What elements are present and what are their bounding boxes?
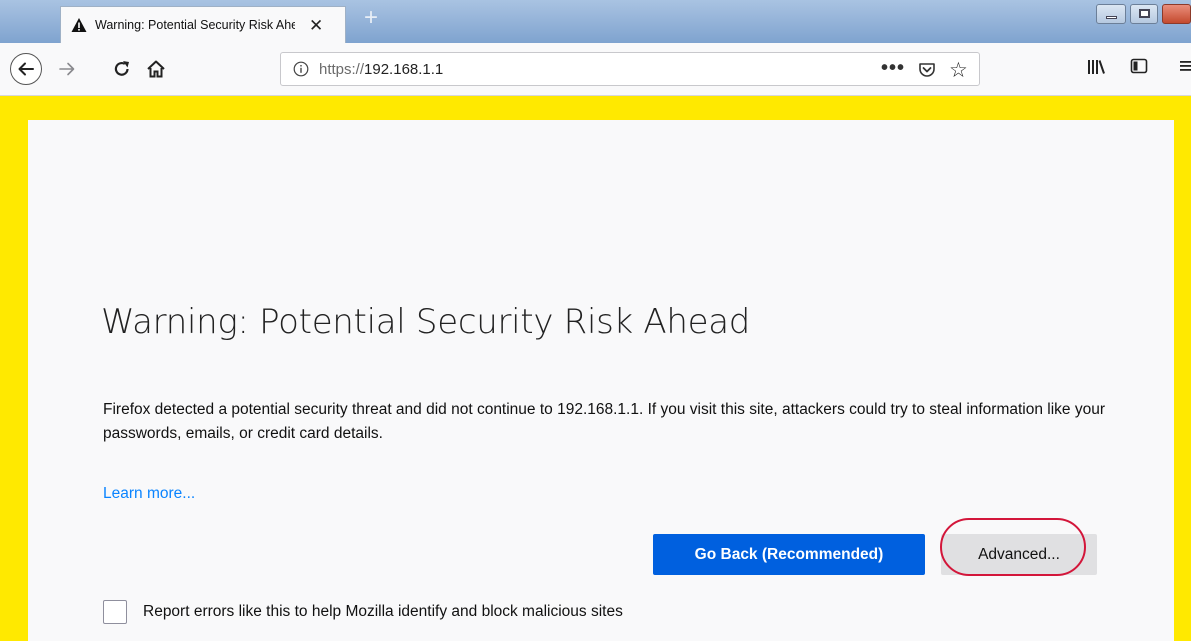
sidebar-icon[interactable] bbox=[1130, 57, 1148, 75]
window-maximize-button[interactable] bbox=[1130, 4, 1158, 24]
go-back-button[interactable]: Go Back (Recommended) bbox=[653, 534, 925, 575]
maximize-icon bbox=[1139, 9, 1150, 18]
reload-icon bbox=[114, 61, 129, 76]
window-minimize-button[interactable] bbox=[1096, 4, 1126, 24]
minimize-icon bbox=[1106, 16, 1117, 19]
navigation-toolbar: https://192.168.1.1 ••• ☆ bbox=[0, 43, 1191, 96]
report-errors-label[interactable]: Report errors like this to help Mozilla … bbox=[143, 603, 623, 621]
site-info-icon[interactable] bbox=[293, 61, 309, 77]
warning-triangle-icon bbox=[71, 18, 87, 32]
forward-button[interactable] bbox=[52, 53, 82, 85]
page-actions-more-icon[interactable]: ••• bbox=[881, 57, 905, 80]
tab-title: Warning: Potential Security Risk Ahead bbox=[95, 18, 295, 32]
new-tab-button[interactable]: + bbox=[358, 6, 384, 32]
home-button[interactable] bbox=[142, 55, 170, 83]
page-title: Warning: Potential Security Risk Ahead bbox=[101, 302, 751, 342]
tab-strip: Warning: Potential Security Risk Ahead ✕… bbox=[0, 0, 1191, 44]
pocket-icon[interactable] bbox=[918, 61, 936, 79]
learn-more-link[interactable]: Learn more... bbox=[103, 485, 195, 503]
url-host: 192.168.1.1 bbox=[364, 61, 444, 78]
error-description: Firefox detected a potential security th… bbox=[103, 401, 1106, 442]
tab-close-icon[interactable]: ✕ bbox=[309, 17, 323, 34]
forward-arrow-icon bbox=[59, 62, 75, 76]
home-icon bbox=[147, 60, 165, 78]
report-errors-checkbox[interactable] bbox=[103, 600, 127, 624]
tab-security-warning[interactable]: Warning: Potential Security Risk Ahead ✕ bbox=[60, 6, 346, 43]
library-icon[interactable] bbox=[1086, 57, 1106, 77]
address-bar[interactable]: https://192.168.1.1 ••• ☆ bbox=[280, 52, 980, 86]
hamburger-menu-icon[interactable] bbox=[1180, 59, 1191, 73]
window-close-button[interactable] bbox=[1162, 4, 1191, 24]
back-arrow-icon bbox=[18, 62, 34, 76]
bookmark-star-icon[interactable]: ☆ bbox=[949, 58, 968, 83]
back-button[interactable] bbox=[10, 53, 42, 85]
reload-button[interactable] bbox=[108, 55, 136, 83]
url-scheme: https:// bbox=[319, 61, 365, 78]
advanced-button[interactable]: Advanced... bbox=[941, 534, 1097, 575]
url-text[interactable]: https://192.168.1.1 bbox=[319, 61, 443, 78]
